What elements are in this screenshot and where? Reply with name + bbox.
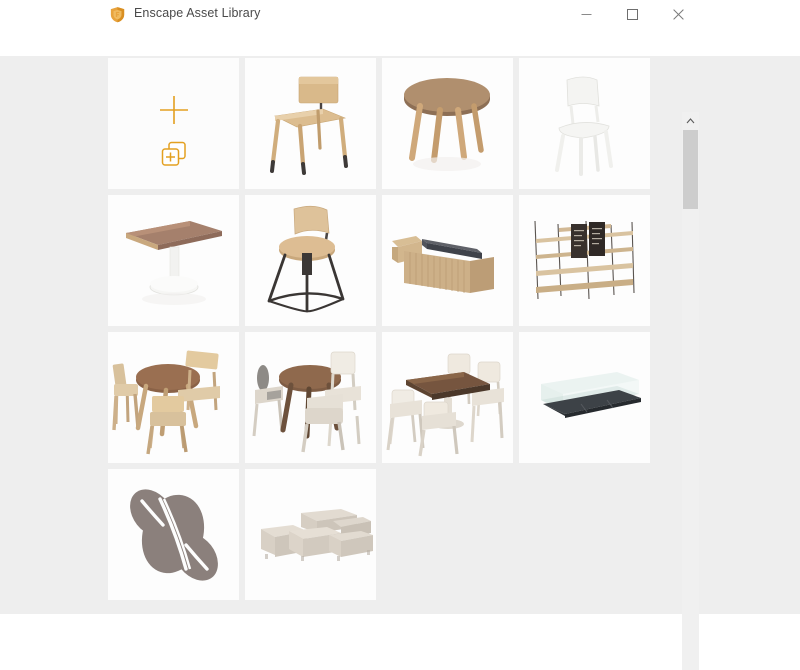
- asset-tile[interactable]: [108, 469, 239, 600]
- modular-sectional-sofa-thumbnail: [245, 469, 376, 600]
- asset-tile[interactable]: [519, 58, 650, 189]
- round-dining-set-wood-thumbnail: [108, 332, 239, 463]
- asset-grid: [108, 56, 676, 614]
- round-wooden-table-thumbnail: [382, 58, 513, 189]
- close-icon: [673, 9, 684, 20]
- minimize-button[interactable]: [563, 0, 609, 29]
- scroll-up-button[interactable]: [682, 112, 699, 129]
- reception-counter-thumbnail: [382, 195, 513, 326]
- round-dining-set-upholstered-thumbnail: [245, 332, 376, 463]
- content-panel: [0, 56, 800, 614]
- enscape-shield-logo-icon: [108, 5, 127, 24]
- add-asset-tile[interactable]: [108, 58, 239, 189]
- pedestal-table-thumbnail: [108, 195, 239, 326]
- maximize-icon: [627, 9, 638, 20]
- toolbar: Enscape Assets Custom Assets: [0, 29, 800, 56]
- asset-tile[interactable]: [245, 195, 376, 326]
- asset-tile[interactable]: [382, 195, 513, 326]
- asset-tile[interactable]: [108, 332, 239, 463]
- wall-shelving-unit-thumbnail: [519, 195, 650, 326]
- asset-tile[interactable]: [382, 58, 513, 189]
- asset-tile[interactable]: [519, 332, 650, 463]
- vertical-scrollbar[interactable]: [682, 112, 699, 670]
- scrollbar-thumb[interactable]: [683, 130, 698, 209]
- asset-tile[interactable]: [108, 195, 239, 326]
- asset-tile[interactable]: [382, 332, 513, 463]
- asset-tile[interactable]: [245, 332, 376, 463]
- maximize-button[interactable]: [609, 0, 655, 29]
- asset-tile[interactable]: [245, 58, 376, 189]
- plus-icon[interactable]: [157, 93, 191, 127]
- title-bar: Enscape Asset Library: [0, 0, 800, 29]
- white-chair-thumbnail: [519, 58, 650, 189]
- batch-upload-icon[interactable]: [158, 138, 190, 170]
- rectangular-dining-set-thumbnail: [382, 332, 513, 463]
- window-title: Enscape Asset Library: [134, 6, 260, 20]
- asset-library-window: Enscape Asset Library: [0, 0, 800, 614]
- asset-tile[interactable]: [519, 195, 650, 326]
- close-button[interactable]: [655, 0, 701, 29]
- wooden-chair-thumbnail: [245, 58, 376, 189]
- asset-tile[interactable]: [245, 469, 376, 600]
- minimize-icon: [581, 9, 592, 20]
- chevron-up-icon: [686, 118, 695, 124]
- glass-display-case-thumbnail: [519, 332, 650, 463]
- wooden-bar-stool-thumbnail: [245, 195, 376, 326]
- coffee-bean-decor-thumbnail: [108, 469, 239, 600]
